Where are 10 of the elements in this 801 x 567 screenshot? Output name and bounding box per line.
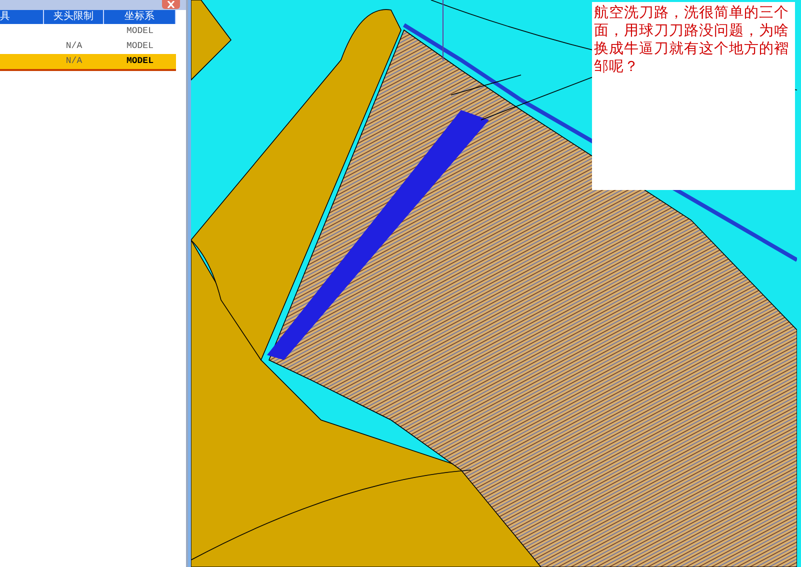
table-cell-text: MODEL bbox=[125, 55, 154, 68]
close-button[interactable] bbox=[162, 0, 180, 9]
close-icon bbox=[167, 1, 175, 8]
annotation-note: 航空洗刀路，洗很简单的三个面，用球刀刀路没问题，为啥换成牛逼刀就有这个地方的褶邹呢？ bbox=[592, 2, 795, 190]
table-cell-text: MODEL bbox=[125, 25, 154, 38]
table-cell-text: N/A bbox=[64, 40, 84, 53]
3d-viewport[interactable]: 航空洗刀路，洗很简单的三个面，用球刀刀路没问题，为啥换成牛逼刀就有这个地方的褶邹呢？ bbox=[191, 0, 801, 567]
table-cell-text: N/A bbox=[64, 55, 84, 68]
table-cell-text: MODEL bbox=[125, 40, 154, 53]
table-row[interactable]: N/A MODEL bbox=[0, 54, 176, 71]
